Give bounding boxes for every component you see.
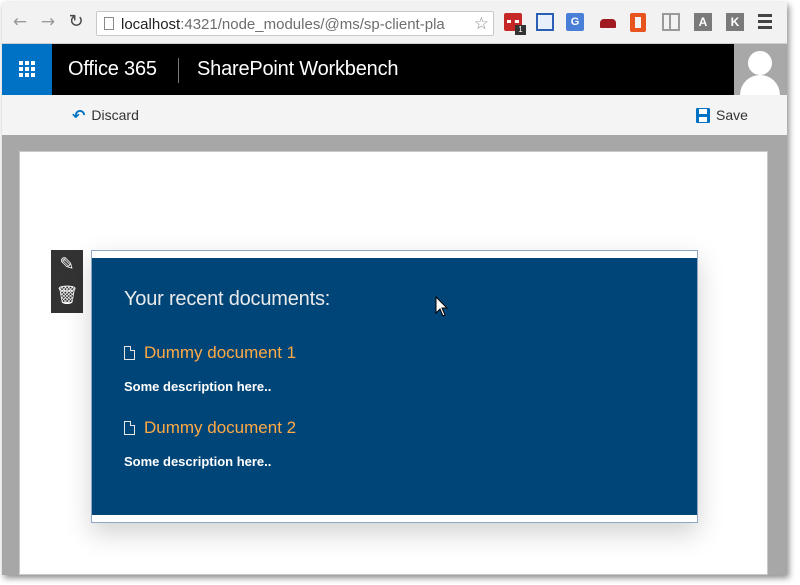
command-bar: ↶ Discard Save [2,95,787,135]
suite-divider [178,58,179,83]
trash-icon[interactable]: 🗑 [51,281,83,311]
document-description: Some description here.. [124,454,272,469]
translate-icon[interactable]: G [566,13,584,31]
document-name: Dummy document 2 [144,418,297,437]
discard-button[interactable]: ↶ Discard [72,105,139,125]
list-item: Dummy document 1 Some description here.. [124,343,296,394]
app-title[interactable]: SharePoint Workbench [197,58,399,81]
avatar-head [748,51,772,75]
user-avatar[interactable] [734,44,787,95]
chair-seat [600,19,616,28]
reload-icon[interactable]: ↻ [66,12,86,32]
url-host: localhost [121,16,181,33]
url-text[interactable]: localhost:4321/node_modules/@ms/sp-clien… [121,16,461,33]
bookmark-star-icon[interactable]: ☆ [474,14,489,34]
url-path: :4321/node_modules/@ms/sp-client-pla [180,16,445,33]
list-item: Dummy document 2 Some description here.. [124,418,296,469]
screen-capture-icon[interactable] [536,13,554,31]
waffle-icon [19,61,36,78]
office-icon[interactable] [630,13,646,32]
save-button[interactable]: Save [696,106,748,124]
discard-label: Discard [91,107,139,123]
app-launcher-button[interactable] [2,44,52,95]
floppy-disk-icon [696,107,710,123]
office-365-brand[interactable]: Office 365 [68,58,157,81]
webpart-toolbar: ✎ 🗑 [51,250,83,313]
webpart-title: Your recent documents: [124,288,331,310]
extension-badge: 1 [515,25,526,35]
document-link[interactable]: Dummy document 2 [124,418,296,438]
undo-icon: ↶ [72,105,86,125]
document-name: Dummy document 1 [144,343,297,362]
document-link[interactable]: Dummy document 1 [124,343,296,363]
page-icon [104,17,114,30]
dots-glyph [507,20,519,23]
columns-icon[interactable] [662,13,680,31]
browser-toolbar: ← → ↻ localhost:4321/node_modules/@ms/sp… [2,2,787,44]
suite-bar: Office 365 SharePoint Workbench [2,44,787,95]
address-bar[interactable]: localhost:4321/node_modules/@ms/sp-clien… [96,11,494,36]
document-icon [124,421,135,435]
extension-k-icon[interactable]: K [726,13,744,31]
avatar-body [740,75,780,95]
pencil-icon[interactable]: ✎ [51,250,83,280]
back-icon[interactable]: ← [10,12,30,32]
chair-extension-icon[interactable] [598,13,618,31]
save-label: Save [716,107,748,123]
recent-documents-webpart: Your recent documents: Dummy document 1 … [92,258,697,515]
forward-icon[interactable]: → [38,12,58,32]
browser-menu-icon[interactable] [758,14,772,29]
document-description: Some description here.. [124,379,272,394]
extension-a-icon[interactable]: A [694,13,712,31]
document-icon [124,346,135,360]
mouse-cursor-icon [435,296,449,317]
extension-red-icon[interactable]: 1 [504,13,526,35]
browser-window: ← → ↻ localhost:4321/node_modules/@ms/sp… [2,2,787,575]
